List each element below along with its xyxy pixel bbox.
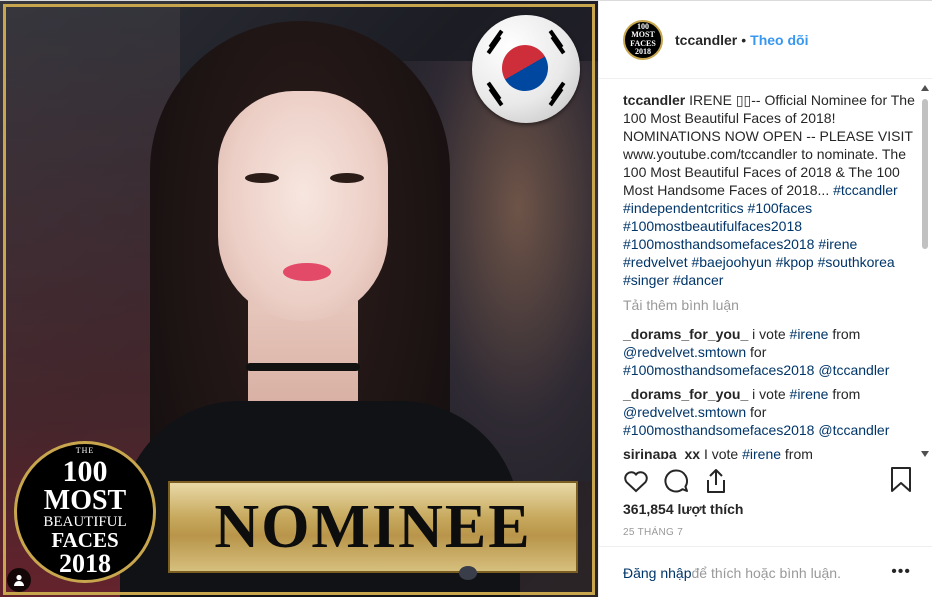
comment-username[interactable]: _dorams_for_you_ xyxy=(623,326,748,342)
hashtag-link[interactable]: #irene xyxy=(790,326,829,342)
hashtag-link[interactable]: #100faces xyxy=(748,200,813,216)
scrollbar[interactable] xyxy=(920,85,930,457)
comment-text: for xyxy=(746,344,767,360)
comments-scroll[interactable]: tccandler IRENE ▯▯-- Official Nominee fo… xyxy=(599,79,932,459)
comment-prompt: để thích hoặc bình luận. xyxy=(691,564,841,581)
comment-username[interactable]: _dorams_for_you_ xyxy=(623,386,748,402)
hashtag-link[interactable]: #irene xyxy=(790,386,829,402)
login-link[interactable]: Đăng nhập xyxy=(623,565,692,581)
badge-year: 2018 xyxy=(59,549,111,578)
hashtag-link[interactable]: #baejoohyun xyxy=(691,254,771,270)
hashtag-link[interactable]: #100mosthandsomefaces2018 xyxy=(623,236,814,252)
post-header: 100 MOST FACES 2018 tccandler • Theo dõi xyxy=(599,1,932,79)
hashtag-link[interactable]: #irene xyxy=(742,446,781,459)
comment-text: for xyxy=(746,404,767,420)
comment-item: _dorams_for_you_ i vote #irene from @red… xyxy=(623,325,915,379)
heart-icon[interactable] xyxy=(621,466,651,496)
hashtag-link[interactable]: #tccandler xyxy=(833,182,898,198)
comment-text: I vote xyxy=(700,446,743,459)
avatar-text: 100 MOST FACES 2018 xyxy=(630,21,656,56)
badge-number: 100 xyxy=(62,455,108,488)
hashtag-link[interactable]: #100mosthandsomefaces2018 xyxy=(623,422,814,438)
header-separator: • xyxy=(741,31,747,48)
post-date[interactable]: 25 THÁNG 7 xyxy=(623,527,683,538)
badge-most: MOST xyxy=(43,485,127,516)
hashtag-link[interactable]: #independentcritics xyxy=(623,200,744,216)
mention-link[interactable]: @redvelvet.smtown xyxy=(623,344,746,360)
mention-link[interactable]: @tccandler xyxy=(818,362,889,378)
follow-button[interactable]: Theo dõi xyxy=(750,32,808,48)
comment-item: _dorams_for_you_ i vote #irene from @red… xyxy=(623,385,915,439)
badge-faces: FACES xyxy=(51,528,119,552)
post-image[interactable]: THE 100 MOST BEAUTIFUL FACES 2018 NOMINE… xyxy=(0,1,598,597)
load-more-comments[interactable]: Tải thêm bình luận xyxy=(623,297,915,313)
comment-text: from xyxy=(828,326,861,342)
more-options-icon[interactable]: ••• xyxy=(891,563,911,581)
caption: tccandler IRENE ▯▯-- Official Nominee fo… xyxy=(623,91,915,289)
comment-list: _dorams_for_you_ i vote #irene from @red… xyxy=(623,325,915,459)
avatar[interactable]: 100 MOST FACES 2018 xyxy=(623,19,663,60)
bookmark-icon[interactable] xyxy=(890,467,914,493)
likes-count[interactable]: 361,854 lượt thích xyxy=(623,501,743,517)
mention-link[interactable]: @redvelvet.smtown xyxy=(623,404,746,420)
hashtag-link[interactable]: #redvelvet xyxy=(623,254,688,270)
nominee-banner: NOMINEE xyxy=(168,481,578,573)
hashtag-link[interactable]: #southkorea xyxy=(818,254,895,270)
caption-username[interactable]: tccandler xyxy=(623,92,685,108)
share-icon[interactable] xyxy=(701,466,731,496)
post-side-panel: 100 MOST FACES 2018 tccandler • Theo dõi… xyxy=(598,1,932,597)
action-bar xyxy=(599,459,932,503)
hashtag-link[interactable]: #kpop xyxy=(776,254,814,270)
award-badge: THE 100 MOST BEAUTIFUL FACES 2018 xyxy=(14,441,156,583)
tagged-user-icon[interactable] xyxy=(7,568,31,592)
comment-text: i vote xyxy=(748,386,790,402)
comment-username[interactable]: sirinapa_xx xyxy=(623,446,700,459)
comment-item: sirinapa_xx I vote #irene from xyxy=(623,445,915,459)
comment-text: from xyxy=(828,386,861,402)
badge-the: THE xyxy=(75,446,95,455)
hashtag-link[interactable]: #100mostbeautifulfaces2018 xyxy=(623,218,802,234)
comment-text: i vote xyxy=(748,326,790,342)
post-dialog: THE 100 MOST BEAUTIFUL FACES 2018 NOMINE… xyxy=(0,0,932,597)
korea-flag-icon xyxy=(472,15,580,123)
scrollbar-thumb[interactable] xyxy=(922,99,928,249)
hashtag-link[interactable]: #100mosthandsomefaces2018 xyxy=(623,362,814,378)
comment-box: Đăng nhập để thích hoặc bình luận. ••• xyxy=(599,546,932,597)
header-username[interactable]: tccandler xyxy=(675,32,737,48)
hashtag-link[interactable]: #dancer xyxy=(673,272,724,288)
hashtag-link[interactable]: #irene xyxy=(818,236,857,252)
hashtag-link[interactable]: #singer xyxy=(623,272,669,288)
mention-link[interactable]: @tccandler xyxy=(818,422,889,438)
comment-icon[interactable] xyxy=(661,466,691,496)
comment-text: from xyxy=(781,446,813,459)
